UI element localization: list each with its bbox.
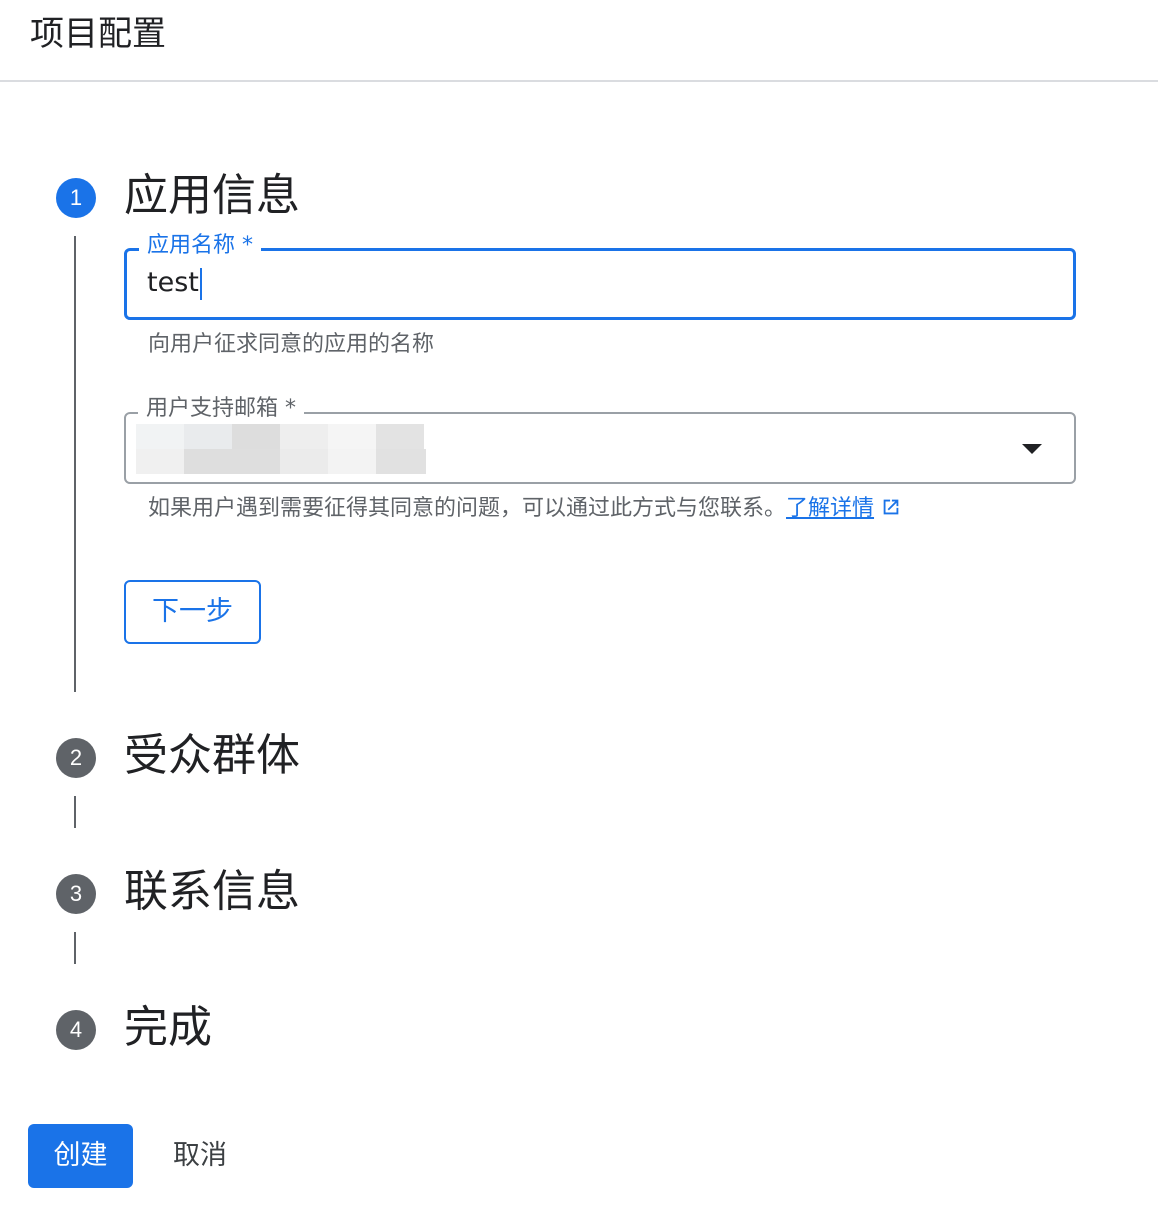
step-3-title[interactable]: 联系信息 — [124, 864, 300, 920]
page-title: 项目配置 — [30, 14, 166, 54]
next-button[interactable]: 下一步 — [124, 580, 261, 644]
step-connector-3 — [74, 932, 76, 964]
step-2-title[interactable]: 受众群体 — [124, 728, 300, 784]
redacted-email-value — [136, 424, 452, 474]
step-2-indicator: 2 — [56, 738, 96, 778]
step-1-indicator: 1 — [56, 178, 96, 218]
support-email-select[interactable]: 用户支持邮箱 * — [124, 394, 1076, 484]
create-button[interactable]: 创建 — [28, 1124, 133, 1188]
learn-more-link[interactable]: 了解详情 — [786, 496, 874, 521]
dropdown-arrow-icon[interactable] — [1022, 444, 1042, 454]
step-connector-2 — [74, 796, 76, 828]
app-name-field[interactable]: 应用名称 * test — [124, 231, 1076, 320]
app-name-helper: 向用户征求同意的应用的名称 — [148, 332, 435, 357]
external-link-icon[interactable] — [880, 496, 902, 518]
support-email-label: 用户支持邮箱 * — [138, 394, 304, 424]
app-name-label: 应用名称 * — [139, 231, 261, 261]
step-1-title[interactable]: 应用信息 — [124, 168, 300, 224]
step-3-indicator: 3 — [56, 874, 96, 914]
app-name-input[interactable]: test — [147, 265, 202, 301]
support-email-helper: 如果用户遇到需要征得其同意的问题，可以通过此方式与您联系。了解详情 — [148, 494, 902, 524]
step-connector-1 — [74, 236, 76, 692]
step-4-indicator: 4 — [56, 1010, 96, 1050]
text-caret — [199, 267, 202, 300]
step-4-title[interactable]: 完成 — [124, 1000, 212, 1056]
top-bar: 项目配置 — [0, 0, 1158, 82]
support-email-helper-text: 如果用户遇到需要征得其同意的问题，可以通过此方式与您联系。 — [148, 496, 787, 521]
cancel-button[interactable]: 取消 — [160, 1124, 240, 1188]
app-name-value: test — [147, 267, 199, 298]
